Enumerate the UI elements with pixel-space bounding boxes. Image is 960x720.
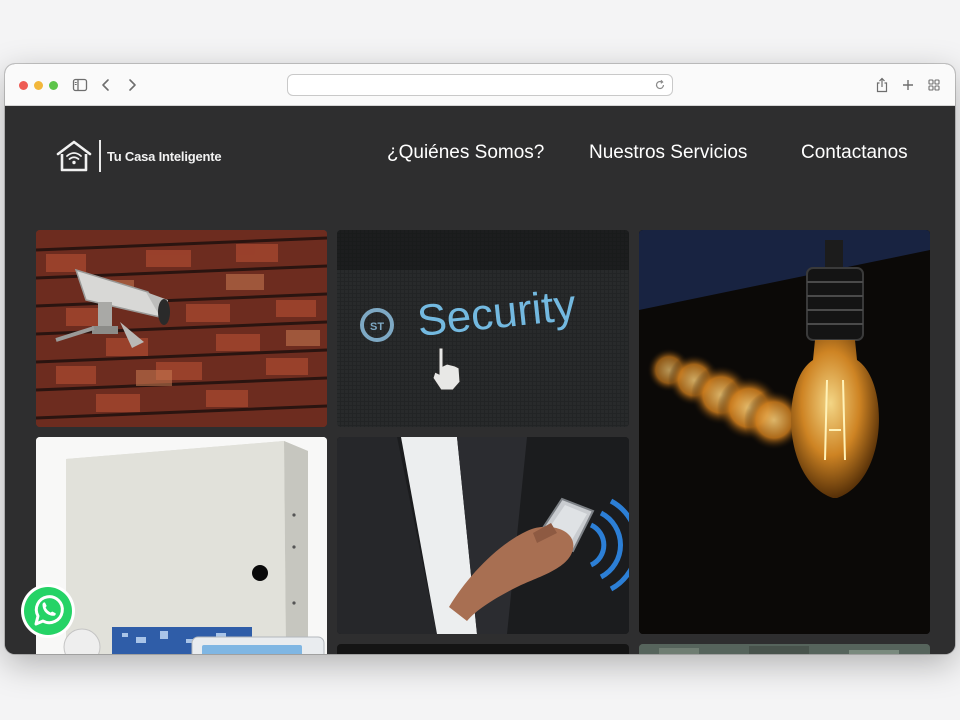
whatsapp-icon — [21, 584, 75, 638]
gallery-image-partial-1[interactable] — [337, 644, 629, 654]
logo-text: Tu Casa Inteligente — [107, 148, 222, 164]
new-tab-icon[interactable] — [898, 75, 918, 95]
forward-icon[interactable] — [122, 75, 142, 95]
nav-contactanos[interactable]: Contactanos — [801, 142, 908, 164]
share-icon[interactable] — [872, 75, 892, 95]
nav-nuestros-servicios[interactable]: Nuestros Servicios — [589, 142, 747, 164]
gallery-image-alarm-panel[interactable] — [36, 437, 327, 654]
gallery-image-security-camera[interactable] — [36, 230, 327, 427]
browser-window: Tu Casa Inteligente ¿Quiénes Somos? Nues… — [5, 64, 955, 654]
gallery-image-partial-2[interactable] — [639, 644, 930, 654]
smart-home-icon — [56, 140, 92, 172]
logo-divider — [99, 140, 101, 172]
minimize-window-button[interactable] — [34, 81, 43, 90]
gallery-image-smartphone[interactable] — [337, 437, 629, 634]
website: Tu Casa Inteligente ¿Quiénes Somos? Nues… — [5, 106, 955, 654]
close-window-button[interactable] — [19, 81, 28, 90]
site-logo[interactable]: Tu Casa Inteligente — [55, 138, 222, 174]
svg-text:ST: ST — [370, 321, 384, 333]
sidebar-icon[interactable] — [70, 75, 90, 95]
whatsapp-button[interactable] — [19, 582, 77, 640]
gallery-image-security-screen[interactable]: ST Security — [337, 230, 629, 427]
gallery-image-light-bulbs[interactable] — [639, 230, 930, 634]
address-bar[interactable] — [287, 74, 673, 96]
tab-overview-icon[interactable] — [924, 75, 944, 95]
browser-toolbar — [5, 64, 955, 106]
nav-quienes-somos[interactable]: ¿Quiénes Somos? — [387, 142, 544, 164]
reload-icon[interactable] — [654, 78, 666, 90]
maximize-window-button[interactable] — [49, 81, 58, 90]
back-icon[interactable] — [96, 75, 116, 95]
